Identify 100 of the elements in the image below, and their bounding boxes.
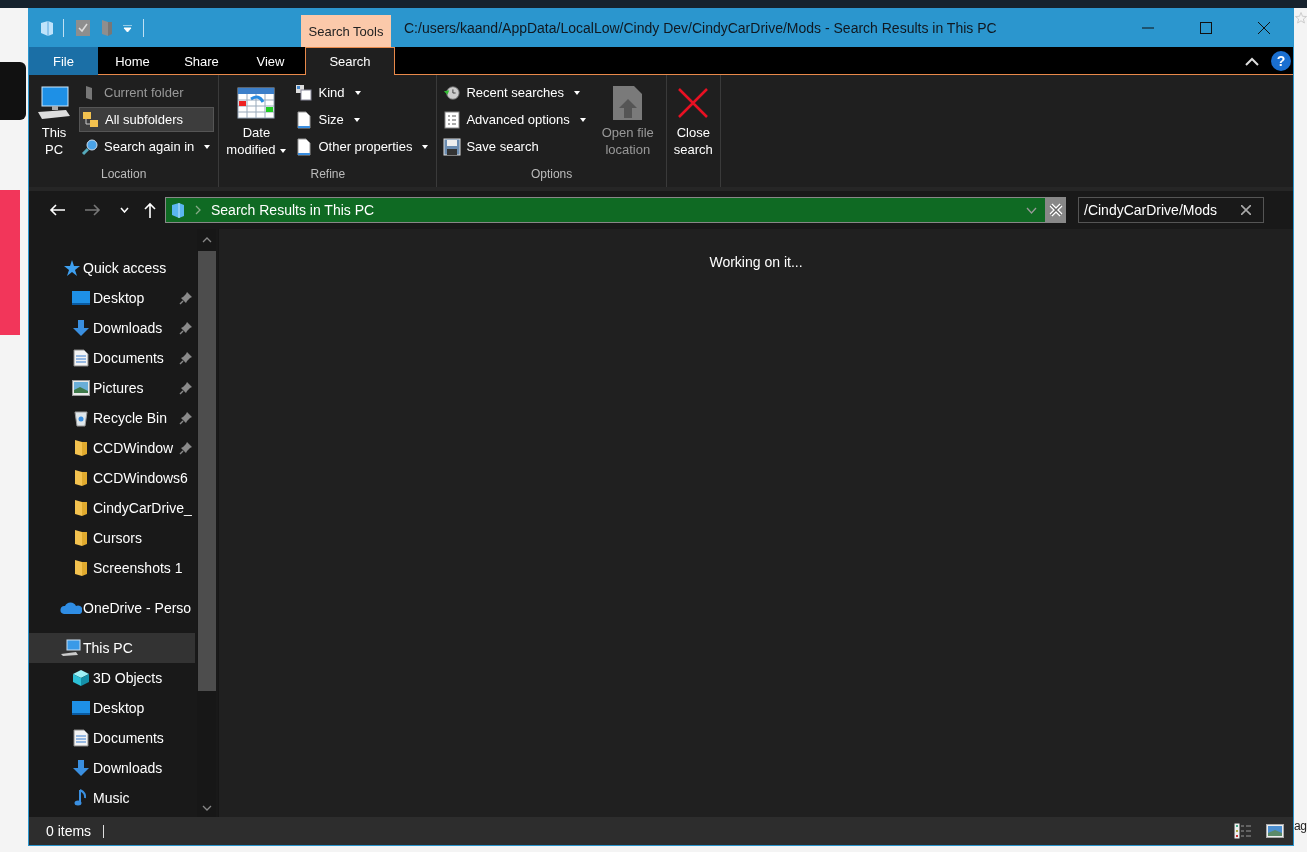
nav-item[interactable]: Recycle Bin [29,403,195,433]
nav-item[interactable]: Desktop [29,693,195,723]
cube-icon [171,202,185,218]
download-icon [72,319,90,337]
stop-search-button[interactable] [1046,197,1066,223]
star-icon [1295,12,1307,24]
ribbon-button[interactable]: Save search [441,134,590,159]
recycle-bin-icon [73,409,89,427]
ribbon-button[interactable]: All subfolders [79,107,215,132]
window-icon [40,20,54,36]
folder-icon [74,529,88,547]
nav-item[interactable]: CCDWindow [29,433,195,463]
nav-item[interactable]: Desktop [29,283,195,313]
scrollbar-thumb[interactable] [197,251,216,691]
ribbon-button[interactable]: Date modified [223,80,290,160]
scroll-down-button[interactable] [201,805,212,811]
ribbon-button[interactable]: Close search [670,80,716,160]
image-icon [72,380,90,396]
cube-icon [72,669,90,687]
nav-item[interactable]: 3D Objects [29,663,195,693]
music-note-icon [74,789,88,807]
document-icon [296,110,313,129]
maximize-icon [1200,22,1212,34]
chevron-right-icon [195,205,201,215]
pin-icon [179,381,193,395]
document-arrow-icon [611,85,644,121]
calendar-icon [237,86,276,120]
nav-item[interactable]: This PC [29,633,195,663]
pin-icon [179,291,193,305]
nav-item[interactable]: Music [29,783,195,813]
ribbon-button[interactable]: Advanced options [441,107,590,132]
ribbon-button[interactable]: Other properties [293,134,433,159]
document-icon [73,729,89,747]
close-icon [677,87,710,119]
nav-item[interactable]: CCDWindows6 [29,463,195,493]
details-view-icon [1234,823,1252,839]
folder-icon [74,499,88,517]
checklist-icon [444,110,461,129]
ribbon-tab[interactable]: Home [98,47,167,75]
page-text: ag [1294,819,1307,833]
desktop-icon [72,701,90,715]
folder-icon [101,19,113,37]
folder-icon [74,559,88,577]
star-icon [62,259,80,277]
group-label: Refine [309,166,347,183]
location-text: Search Results in This PC [211,202,375,218]
file-tab[interactable]: File [29,47,98,75]
ribbon-tab[interactable]: View [236,47,305,75]
context-tab-label: Search Tools [301,15,391,47]
nav-item[interactable]: Documents [29,343,195,373]
computer-icon [36,86,72,120]
pin-icon [179,321,193,335]
search-field[interactable]: /CindyCarDrive/Mods [1078,197,1264,223]
item-count: 0 items [46,823,92,839]
folder-icon [74,469,88,487]
scroll-up-button[interactable] [201,237,212,243]
ribbon-button[interactable]: Kind [293,80,433,105]
close-icon [1258,22,1270,34]
document-icon [296,137,313,156]
address-bar[interactable]: Search Results in This PC [165,197,1046,223]
file-types-icon [295,83,314,102]
ribbon-tab[interactable]: Search [305,47,395,75]
caret-icon [123,24,132,32]
ribbon-button[interactable]: Size [293,107,433,132]
pin-icon [179,411,193,425]
ribbon-button[interactable]: Search again in [79,134,215,159]
nav-item[interactable]: Screenshots 1 [29,553,195,583]
group-label: Location [100,166,148,183]
nav-item[interactable]: Downloads [29,313,195,343]
forward-arrow-icon [85,204,101,216]
up-arrow-icon [144,202,156,218]
nav-item[interactable]: Quick access [29,253,195,283]
chevron-up-icon [1245,56,1259,66]
customize-button[interactable] [121,22,134,34]
help-button[interactable]: ? [1271,51,1291,71]
status-message: Working on it... [708,254,804,270]
close-icon [1049,203,1063,217]
ribbon-tab[interactable]: Share [167,47,236,75]
download-icon [72,759,90,777]
search-icon [81,137,99,156]
chevron-down-icon [1026,206,1037,214]
folder-icon [74,439,88,457]
nav-item[interactable]: CindyCarDrive_ [29,493,195,523]
nav-item[interactable]: Cursors [29,523,195,553]
clock-icon [443,83,462,102]
checklist-icon [75,19,91,37]
image-icon [1266,824,1284,838]
folders-icon [82,110,100,129]
pin-icon [179,351,193,365]
back-arrow-icon [49,204,65,216]
nav-item[interactable]: Documents [29,723,195,753]
desktop-icon [72,291,90,305]
computer-icon [60,639,82,657]
nav-item[interactable]: Pictures [29,373,195,403]
minimize-icon [1142,27,1154,29]
ribbon-button[interactable]: Recent searches [441,80,590,105]
ribbon-button[interactable]: This PC [33,80,75,160]
nav-item[interactable]: OneDrive - Perso [29,593,195,623]
nav-item[interactable]: Downloads [29,753,195,783]
window-title: C:/users/kaand/AppData/LocalLow/Cindy Dev/CindyCarDrive/Mods - Search Results in This PC [404,20,998,36]
